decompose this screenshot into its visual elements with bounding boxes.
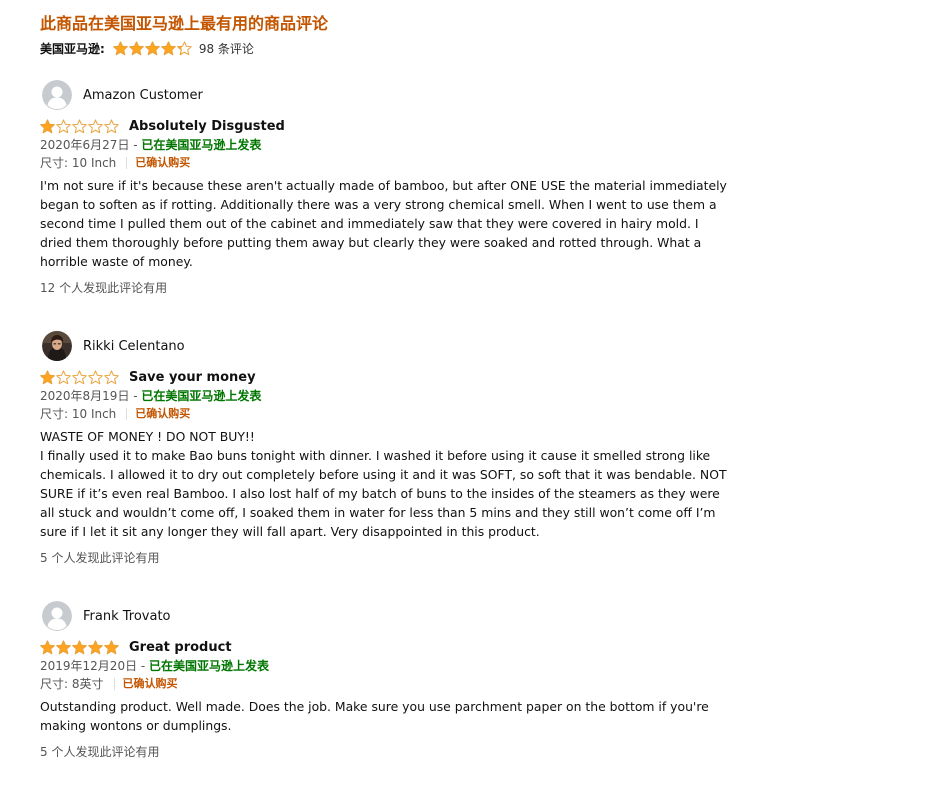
- review-size[interactable]: 尺寸: 10 Inch: [40, 405, 116, 423]
- review-format-line: 尺寸: 10 Inch 已确认购买: [40, 154, 730, 172]
- review-location: 已在美国亚马逊上发表: [149, 659, 270, 673]
- star-full-icon: [88, 639, 103, 654]
- reviewer-name: Rikki Celentano: [83, 338, 185, 354]
- verified-purchase-badge: 已确认购买: [135, 407, 191, 420]
- review-item: Amazon Customer Absolutely Disgusted 202…: [40, 80, 730, 296]
- star-full-icon: [40, 118, 55, 133]
- review-format-line: 尺寸: 10 Inch 已确认购买: [40, 405, 730, 423]
- star-full-icon: [129, 40, 144, 55]
- star-full-icon: [104, 639, 119, 654]
- review-stars[interactable]: [40, 118, 120, 134]
- rating-summary: 美国亚马逊: 98 条评论: [40, 39, 254, 57]
- helpful-count: 12 个人发现此评论有用: [40, 281, 168, 295]
- review-format-line: 尺寸: 8英寸 已确认购买: [40, 675, 730, 693]
- review-size[interactable]: 尺寸: 10 Inch: [40, 154, 116, 172]
- review-item: Frank Trovato Great product 2019年12月20日 …: [40, 601, 730, 760]
- review-date-line: 2020年8月19日 - 已在美国亚马逊上发表: [40, 387, 730, 405]
- star-full-icon: [40, 639, 55, 654]
- review-date-line: 2020年6月27日 - 已在美国亚马逊上发表: [40, 136, 730, 154]
- reviewer-profile[interactable]: Amazon Customer: [40, 80, 730, 110]
- star-empty-icon: [104, 369, 119, 384]
- review-date-line: 2019年12月20日 - 已在美国亚马逊上发表: [40, 657, 730, 675]
- divider: [126, 157, 128, 169]
- review-date: 2019年12月20日 -: [40, 659, 150, 673]
- review-item: Rikki Celentano Save your money 2020年8月1…: [40, 331, 730, 566]
- reviewer-name: Frank Trovato: [83, 608, 171, 624]
- review-stars[interactable]: [40, 639, 120, 655]
- divider: [113, 678, 115, 690]
- star-full-icon: [145, 40, 160, 55]
- marketplace-label: 美国亚马逊:: [40, 41, 105, 56]
- review-date: 2020年6月27日 -: [40, 138, 142, 152]
- star-empty-icon: [56, 118, 71, 133]
- star-empty-icon: [72, 369, 87, 384]
- review-location: 已在美国亚马逊上发表: [141, 389, 262, 403]
- review-size[interactable]: 尺寸: 8英寸: [40, 675, 104, 693]
- default-avatar-icon: [42, 80, 72, 110]
- reviewer-name: Amazon Customer: [83, 87, 203, 103]
- review-title[interactable]: Great product: [129, 640, 232, 655]
- divider: [126, 408, 128, 420]
- review-title[interactable]: Save your money: [129, 370, 256, 385]
- reviewer-profile[interactable]: Frank Trovato: [40, 601, 730, 631]
- star-empty-icon: [72, 118, 87, 133]
- default-avatar-icon: [42, 601, 72, 631]
- review-stars[interactable]: [40, 369, 120, 385]
- reviewer-profile[interactable]: Rikki Celentano: [40, 331, 730, 361]
- review-rating-line: Absolutely Disgusted: [40, 116, 730, 136]
- section-title: 此商品在美国亚马逊上最有用的商品评论: [40, 14, 329, 33]
- star-half-icon: [177, 40, 192, 55]
- star-full-icon: [56, 639, 71, 654]
- star-empty-icon: [104, 118, 119, 133]
- star-empty-icon: [88, 118, 103, 133]
- star-empty-icon: [56, 369, 71, 384]
- review-body: Outstanding product. Well made. Does the…: [40, 699, 709, 733]
- review-body: I'm not sure if it's because these aren'…: [40, 178, 727, 269]
- review-rating-line: Save your money: [40, 367, 730, 387]
- review-title[interactable]: Absolutely Disgusted: [129, 119, 285, 134]
- user-photo-avatar: [42, 331, 72, 361]
- star-full-icon: [161, 40, 176, 55]
- helpful-count: 5 个人发现此评论有用: [40, 551, 160, 565]
- star-empty-icon: [88, 369, 103, 384]
- review-rating-line: Great product: [40, 637, 730, 657]
- verified-purchase-badge: 已确认购买: [122, 677, 178, 690]
- review-location: 已在美国亚马逊上发表: [141, 138, 262, 152]
- review-count[interactable]: 98 条评论: [199, 40, 254, 57]
- star-full-icon: [113, 40, 128, 55]
- verified-purchase-badge: 已确认购买: [135, 156, 191, 169]
- review-body: WASTE OF MONEY ! DO NOT BUY!! I finally …: [40, 429, 727, 539]
- summary-stars[interactable]: [113, 40, 193, 56]
- star-full-icon: [40, 369, 55, 384]
- review-date: 2020年8月19日 -: [40, 389, 142, 403]
- helpful-count: 5 个人发现此评论有用: [40, 745, 160, 759]
- star-full-icon: [72, 639, 87, 654]
